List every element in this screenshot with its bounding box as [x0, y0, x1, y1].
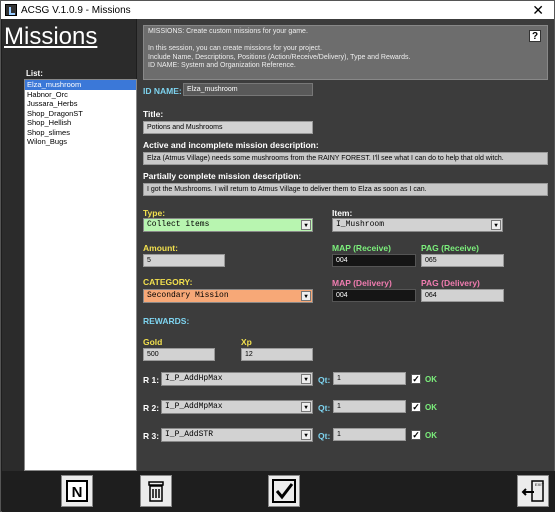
list-item[interactable]: Shop_slimes: [25, 128, 136, 138]
type-select-value: Collect items: [147, 220, 210, 229]
reward-1-ok-checkbox[interactable]: ✓: [411, 374, 421, 384]
reward-1-ok-label: OK: [425, 375, 437, 384]
delete-trash-icon: [148, 481, 164, 502]
gold-field[interactable]: 500: [143, 348, 215, 361]
save-mission-button[interactable]: [268, 475, 300, 507]
reward-3-ok-label: OK: [425, 431, 437, 440]
app-icon: [5, 4, 17, 16]
amount-field[interactable]: 5: [143, 254, 225, 267]
id-name-field[interactable]: Elza_mushroom: [183, 83, 313, 96]
missions-window: ACSG V.1.0.9 - Missions ✕ Missions List:…: [0, 0, 555, 512]
list-label: List:: [26, 69, 43, 78]
reward-3-ok-checkbox[interactable]: ✓: [411, 430, 421, 440]
info-text: MISSIONS: Create custom missions for you…: [148, 28, 411, 69]
reward-3-label: R 3:: [143, 431, 160, 441]
delete-mission-button[interactable]: [140, 475, 172, 507]
list-item[interactable]: Shop_Hellish: [25, 118, 136, 128]
exit-icon-label: EXIT: [535, 482, 544, 487]
map-receive-label: MAP (Receive): [332, 243, 391, 253]
pag-delivery-field[interactable]: 064: [421, 289, 504, 302]
info-box: MISSIONS: Create custom missions for you…: [143, 25, 548, 80]
list-item[interactable]: Elza_mushroom: [25, 80, 136, 90]
missions-list[interactable]: Elza_mushroom Habnor_Orc Jussara_Herbs S…: [24, 79, 137, 471]
xp-field[interactable]: 12: [241, 348, 313, 361]
reward-1-label: R 1:: [143, 375, 160, 385]
id-name-label: ID NAME:: [143, 86, 182, 96]
category-label: CATEGORY:: [143, 277, 193, 287]
type-select[interactable]: Collect items ▼: [143, 218, 313, 232]
partial-description-field[interactable]: I got the Mushrooms. I will return to At…: [143, 183, 548, 196]
exit-door-icon: EXIT: [521, 480, 544, 502]
reward-2-qt-label: Qt:: [318, 403, 331, 413]
reward-3-qt-field[interactable]: 1: [333, 428, 406, 441]
map-receive-field[interactable]: 004: [332, 254, 416, 267]
pag-receive-label: PAG (Receive): [421, 243, 479, 253]
reward-2-ok-label: OK: [425, 403, 437, 412]
chevron-down-icon[interactable]: ▼: [301, 220, 311, 230]
pag-receive-field[interactable]: 065: [421, 254, 504, 267]
xp-label: Xp: [241, 337, 252, 347]
chevron-down-icon[interactable]: ▼: [491, 220, 501, 230]
category-select-value: Secondary Mission: [147, 291, 229, 300]
list-item[interactable]: Jussara_Herbs: [25, 99, 136, 109]
category-select[interactable]: Secondary Mission ▼: [143, 289, 313, 303]
title-field[interactable]: Potions and Mushrooms: [143, 121, 313, 134]
mission-editor: MISSIONS: Create custom missions for you…: [137, 19, 554, 471]
gold-label: Gold: [143, 337, 163, 347]
new-icon: N: [66, 480, 88, 502]
chevron-down-icon[interactable]: ▼: [301, 402, 311, 412]
reward-3-qt-label: Qt:: [318, 431, 331, 441]
title-label: Title:: [143, 109, 164, 119]
chevron-down-icon[interactable]: ▼: [301, 374, 311, 384]
reward-1-select[interactable]: I_P_AddHpMax ▼: [161, 372, 313, 386]
reward-2-value: I_P_AddMpMax: [165, 402, 223, 411]
new-mission-button[interactable]: N: [61, 475, 93, 507]
left-panel: Missions List: Elza_mushroom Habnor_Orc …: [2, 19, 137, 471]
map-delivery-label: MAP (Delivery): [332, 278, 392, 288]
close-button[interactable]: ✕: [532, 2, 544, 19]
pag-delivery-label: PAG (Delivery): [421, 278, 480, 288]
active-description-field[interactable]: Elza (Atmus Village) needs some mushroom…: [143, 152, 548, 165]
reward-2-ok-checkbox[interactable]: ✓: [411, 402, 421, 412]
page-title: Missions: [4, 23, 98, 50]
reward-2-qt-field[interactable]: 1: [333, 400, 406, 413]
reward-2-select[interactable]: I_P_AddMpMax ▼: [161, 400, 313, 414]
new-icon-letter: N: [72, 484, 83, 501]
active-description-label: Active and incomplete mission descriptio…: [143, 140, 319, 150]
item-label: Item:: [332, 208, 353, 218]
help-button[interactable]: ?: [529, 30, 541, 42]
reward-1-qt-label: Qt:: [318, 375, 331, 385]
chevron-down-icon[interactable]: ▼: [301, 430, 311, 440]
rewards-label: REWARDS:: [143, 316, 190, 326]
save-checkmark-icon: [272, 479, 296, 503]
reward-3-value: I_P_AddSTR: [165, 430, 214, 439]
reward-2-label: R 2:: [143, 403, 160, 413]
list-item[interactable]: Shop_DragonST: [25, 109, 136, 119]
reward-1-qt-field[interactable]: 1: [333, 372, 406, 385]
reward-3-select[interactable]: I_P_AddSTR ▼: [161, 428, 313, 442]
bottom-toolbar: N EXIT: [2, 471, 555, 512]
item-select-value: I_Mushroom: [336, 220, 385, 229]
window-title: ACSG V.1.0.9 - Missions: [21, 4, 131, 16]
partial-description-label: Partially complete mission description:: [143, 171, 302, 181]
exit-button[interactable]: EXIT: [517, 475, 549, 507]
list-item[interactable]: Habnor_Orc: [25, 90, 136, 100]
title-bar: ACSG V.1.0.9 - Missions ✕: [1, 1, 554, 19]
type-label: Type:: [143, 208, 166, 218]
amount-label: Amount:: [143, 243, 178, 253]
chevron-down-icon[interactable]: ▼: [301, 291, 311, 301]
item-select[interactable]: I_Mushroom ▼: [332, 218, 503, 232]
map-delivery-field[interactable]: 004: [332, 289, 416, 302]
list-item[interactable]: Wilon_Bugs: [25, 137, 136, 147]
reward-1-value: I_P_AddHpMax: [165, 374, 223, 383]
